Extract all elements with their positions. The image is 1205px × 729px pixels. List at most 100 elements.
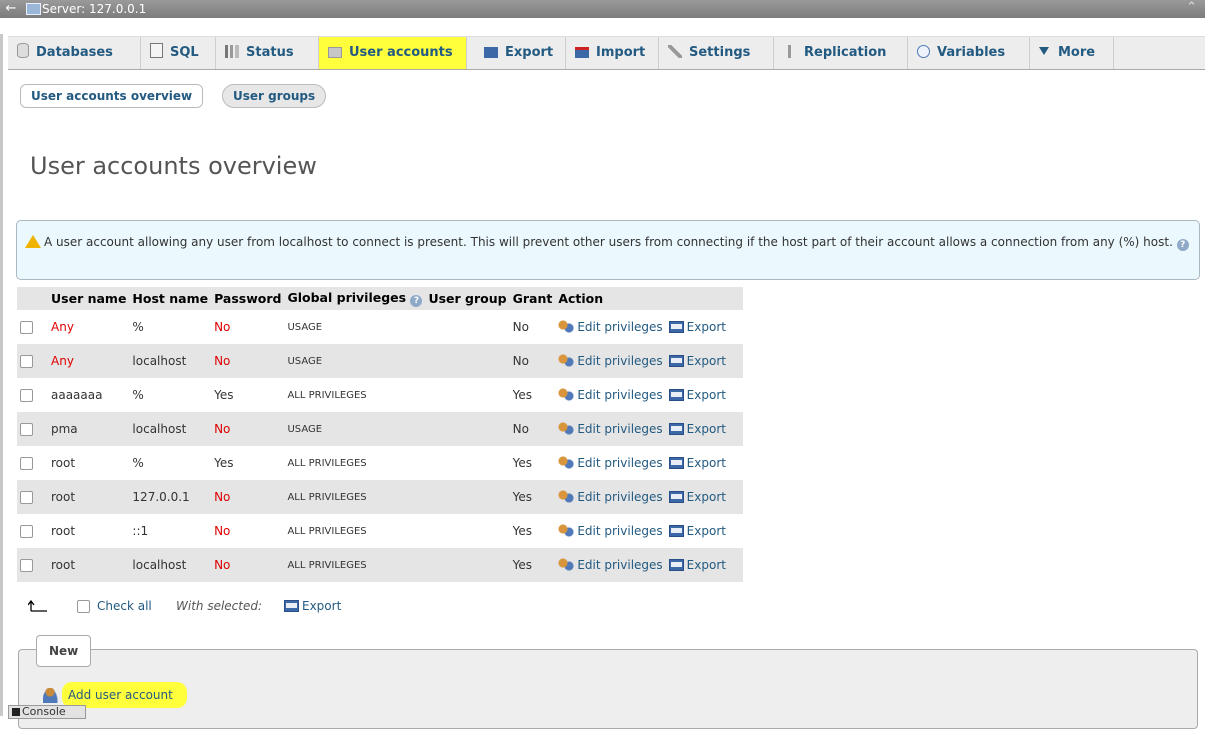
cell-user-group xyxy=(425,310,510,344)
cell-host-name: % xyxy=(129,310,212,344)
subtab-user-groups[interactable]: User groups xyxy=(222,84,327,108)
row-checkbox[interactable] xyxy=(20,355,33,368)
collapse-icon[interactable]: ⌃ xyxy=(1186,0,1197,15)
cell-action: Edit privileges Export xyxy=(555,310,744,344)
help-icon[interactable]: ? xyxy=(410,295,423,307)
export-user-label: Export xyxy=(686,388,726,402)
tab-status[interactable]: Status xyxy=(216,37,319,69)
export-user-link[interactable]: Export xyxy=(663,558,726,572)
tab-databases[interactable]: Databases xyxy=(8,37,141,69)
tab-replication[interactable]: Replication xyxy=(774,37,908,69)
cell-user-name: root xyxy=(48,548,130,582)
cell-user-name: Any xyxy=(48,310,130,344)
add-user-icon xyxy=(43,688,58,703)
tab-variables[interactable]: Variables xyxy=(908,37,1030,69)
tab-import[interactable]: Import xyxy=(566,37,659,69)
table-row: pma localhost No USAGE No Edit privileges Expo… xyxy=(17,412,744,446)
cell-user-name: aaaaaaa xyxy=(48,378,130,412)
check-all-label[interactable]: Check all xyxy=(97,599,152,613)
cell-user-group xyxy=(425,412,510,446)
cell-action: Edit privileges Export xyxy=(555,480,744,514)
edit-privileges-label: Edit privileges xyxy=(577,388,663,402)
server-breadcrumb-bar: ← Server: 127.0.0.1 ⌃ xyxy=(0,0,1205,18)
row-checkbox[interactable] xyxy=(20,559,33,572)
tab-label: Replication xyxy=(804,45,887,60)
export-user-link[interactable]: Export xyxy=(663,354,726,368)
export-user-link[interactable]: Export xyxy=(663,388,726,402)
triangle-down-icon xyxy=(1039,47,1049,55)
localhost-warning-notice: A user account allowing any user from lo… xyxy=(16,220,1200,280)
edit-privileges-link[interactable]: Edit privileges xyxy=(558,456,663,470)
check-all-checkbox[interactable] xyxy=(77,600,90,613)
edit-privileges-link[interactable]: Edit privileges xyxy=(558,490,663,504)
tab-label: Settings xyxy=(689,45,751,60)
row-checkbox[interactable] xyxy=(20,389,33,402)
export-icon xyxy=(668,491,684,503)
tab-export[interactable]: Export xyxy=(475,37,566,69)
server-breadcrumb[interactable]: Server: 127.0.0.1 xyxy=(42,2,146,16)
tab-user-accounts[interactable]: User accounts xyxy=(319,37,467,69)
wrench-icon xyxy=(668,45,682,58)
cell-host-name: ::1 xyxy=(129,514,212,548)
cell-grant: Yes xyxy=(509,378,556,412)
edit-privileges-link[interactable]: Edit privileges xyxy=(558,558,663,572)
tab-settings[interactable]: Settings xyxy=(659,37,774,69)
cell-password: Yes xyxy=(211,378,285,412)
edit-privileges-link[interactable]: Edit privileges xyxy=(558,524,663,538)
table-row: root localhost No ALL PRIVILEGES Yes Edit pri… xyxy=(17,548,744,582)
edit-privileges-link[interactable]: Edit privileges xyxy=(558,422,663,436)
tab-sql[interactable]: SQL xyxy=(141,37,216,69)
bulk-export-button[interactable]: Export xyxy=(278,599,341,613)
table-row: Any% No USAGE No Edit privileges Export xyxy=(17,310,744,344)
column-global-privileges: Global privileges ? xyxy=(284,287,426,310)
column-action: Action xyxy=(555,287,744,310)
cell-user-group xyxy=(425,480,510,514)
export-user-link[interactable]: Export xyxy=(663,422,726,436)
edit-privileges-icon xyxy=(558,490,575,503)
export-user-link[interactable]: Export xyxy=(663,524,726,538)
row-checkbox[interactable] xyxy=(20,423,33,436)
console-toggle[interactable]: Console xyxy=(8,705,86,719)
edit-privileges-link[interactable]: Edit privileges xyxy=(558,354,663,368)
cell-global-privileges: ALL PRIVILEGES xyxy=(284,446,426,480)
row-checkbox[interactable] xyxy=(20,525,33,538)
cell-user-group xyxy=(425,344,510,378)
tab-more[interactable]: More xyxy=(1030,37,1114,69)
replication-icon xyxy=(783,45,797,58)
cell-user-name: pma xyxy=(48,412,130,446)
export-icon xyxy=(668,389,684,401)
bulk-export-label: Export xyxy=(302,599,342,613)
column-password: Password xyxy=(211,287,285,310)
export-icon xyxy=(668,559,684,571)
cell-user-name: Any xyxy=(48,344,130,378)
export-user-link[interactable]: Export xyxy=(663,320,726,334)
help-icon[interactable]: ? xyxy=(1176,239,1189,251)
cell-global-privileges: ALL PRIVILEGES xyxy=(284,548,426,582)
subtab-user-accounts-overview[interactable]: User accounts overview xyxy=(20,84,204,108)
row-checkbox[interactable] xyxy=(20,457,33,470)
edit-privileges-label: Edit privileges xyxy=(577,490,663,504)
cell-password: No xyxy=(211,412,285,446)
edit-privileges-link[interactable]: Edit privileges xyxy=(558,388,663,402)
row-checkbox-cell xyxy=(17,446,48,480)
row-checkbox[interactable] xyxy=(20,321,33,334)
edit-privileges-label: Edit privileges xyxy=(577,524,663,538)
cell-global-privileges: ALL PRIVILEGES xyxy=(284,480,426,514)
row-checkbox-cell xyxy=(17,480,48,514)
back-arrow-icon[interactable]: ← xyxy=(2,1,20,17)
export-user-link[interactable]: Export xyxy=(663,490,726,504)
edit-privileges-label: Edit privileges xyxy=(577,320,663,334)
cell-global-privileges: ALL PRIVILEGES xyxy=(284,514,426,548)
export-icon xyxy=(484,47,498,58)
new-legend: New xyxy=(36,635,92,667)
arrow-up-select-icon xyxy=(27,599,48,612)
row-checkbox[interactable] xyxy=(20,491,33,504)
new-user-fieldset xyxy=(18,649,1198,729)
tab-label: Variables xyxy=(937,45,1006,60)
sql-icon xyxy=(150,43,163,58)
cell-password: No xyxy=(211,344,285,378)
table-row: aaaaaaa% Yes ALL PRIVILEGES Yes Edit privile… xyxy=(17,378,744,412)
export-user-link[interactable]: Export xyxy=(663,456,726,470)
edit-privileges-link[interactable]: Edit privileges xyxy=(558,320,663,334)
tab-label: Status xyxy=(246,45,294,60)
